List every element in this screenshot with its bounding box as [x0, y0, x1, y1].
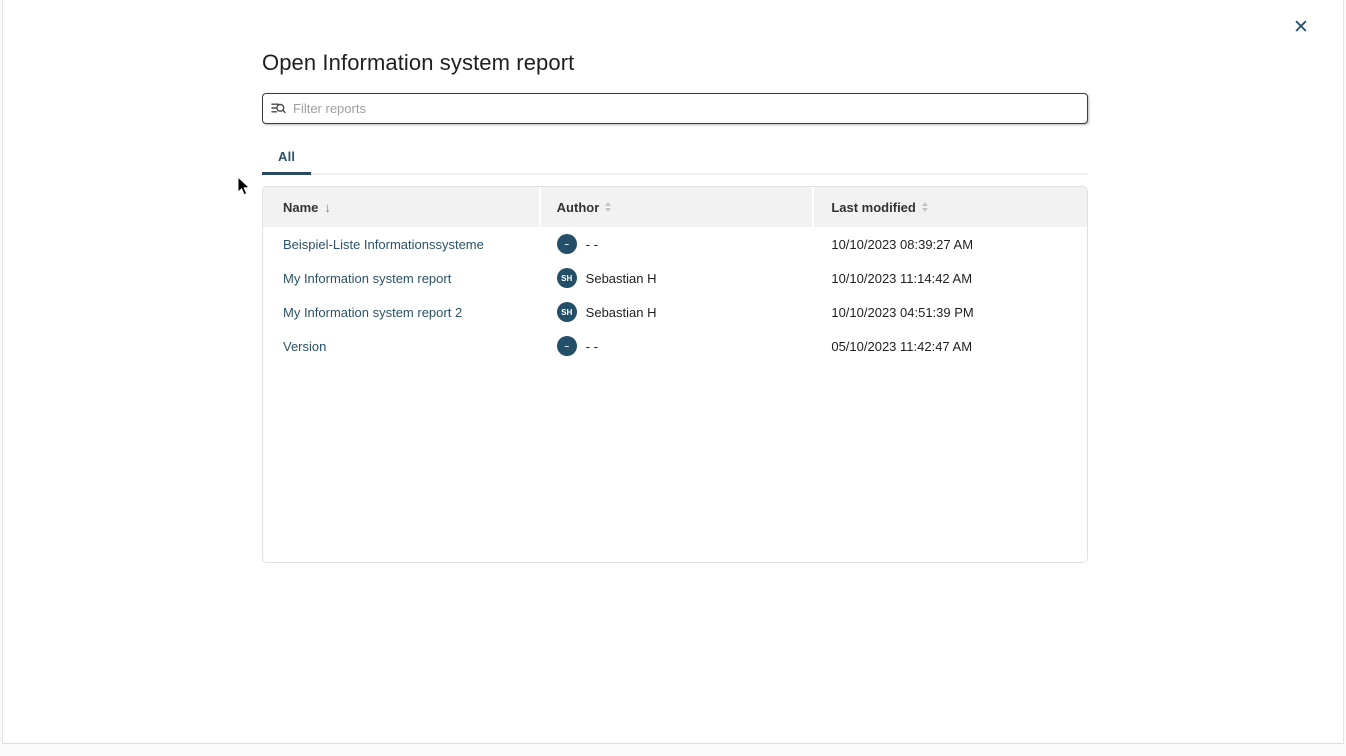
filter-field: [262, 93, 1088, 124]
column-header-author[interactable]: Author: [541, 187, 813, 227]
author-cell: – - -: [541, 329, 813, 363]
author-avatar: –: [557, 234, 577, 254]
report-name-link[interactable]: Beispiel-Liste Informationssysteme: [283, 237, 484, 252]
tab-all-label: All: [278, 149, 295, 164]
author-name: Sebastian H: [586, 271, 657, 286]
last-modified-cell: 10/10/2023 04:51:39 PM: [814, 295, 1087, 329]
author-name: - -: [586, 237, 598, 252]
table-row[interactable]: Version – - - 05/10/2023 11:42:47 AM: [263, 329, 1087, 363]
report-name-link[interactable]: My Information system report: [283, 271, 451, 286]
sort-unsorted-icon: [922, 202, 928, 212]
report-name-cell: My Information system report 2: [263, 295, 539, 329]
tab-bar: All: [262, 141, 1088, 175]
filter-reports-input[interactable]: [262, 93, 1088, 124]
author-cell: SH Sebastian H: [541, 261, 813, 295]
author-cell: – - -: [541, 227, 813, 261]
last-modified-cell: 05/10/2023 11:42:47 AM: [814, 329, 1087, 363]
report-name-link[interactable]: My Information system report 2: [283, 305, 462, 320]
table-body: Beispiel-Liste Informationssysteme – - -…: [263, 227, 1087, 363]
reports-table: Name ↓ Author Last modified: [262, 186, 1088, 563]
author-name: Sebastian H: [586, 305, 657, 320]
table-row[interactable]: My Information system report 2 SH Sebast…: [263, 295, 1087, 329]
last-modified-value: 10/10/2023 04:51:39 PM: [831, 305, 973, 320]
author-avatar: –: [557, 336, 577, 356]
sort-descending-icon: ↓: [324, 200, 331, 215]
open-report-dialog: ✕ Open Information system report All: [2, 0, 1344, 744]
table-header: Name ↓ Author Last modified: [263, 187, 1087, 227]
page-title: Open Information system report: [262, 50, 574, 76]
column-header-name[interactable]: Name ↓: [263, 187, 539, 227]
last-modified-cell: 10/10/2023 11:14:42 AM: [814, 261, 1087, 295]
last-modified-value: 10/10/2023 08:39:27 AM: [831, 237, 973, 252]
close-button[interactable]: ✕: [1287, 14, 1315, 42]
column-header-name-label: Name: [283, 200, 318, 215]
tab-all[interactable]: All: [262, 141, 311, 175]
author-avatar: SH: [557, 268, 577, 288]
page: { "dialog": { "title": "Open Information…: [0, 0, 1346, 756]
last-modified-cell: 10/10/2023 08:39:27 AM: [814, 227, 1087, 261]
sort-unsorted-icon: [605, 202, 611, 212]
author-name: - -: [586, 339, 598, 354]
close-icon: ✕: [1293, 17, 1309, 38]
last-modified-value: 05/10/2023 11:42:47 AM: [831, 339, 972, 354]
author-cell: SH Sebastian H: [541, 295, 813, 329]
column-header-author-label: Author: [557, 200, 600, 215]
table-row[interactable]: My Information system report SH Sebastia…: [263, 261, 1087, 295]
report-name-link[interactable]: Version: [283, 339, 326, 354]
author-avatar: SH: [557, 302, 577, 322]
last-modified-value: 10/10/2023 11:14:42 AM: [831, 271, 972, 286]
column-header-last-modified-label: Last modified: [831, 200, 916, 215]
report-name-cell: My Information system report: [263, 261, 539, 295]
report-name-cell: Version: [263, 329, 539, 363]
table-row[interactable]: Beispiel-Liste Informationssysteme – - -…: [263, 227, 1087, 261]
report-name-cell: Beispiel-Liste Informationssysteme: [263, 227, 539, 261]
column-header-last-modified[interactable]: Last modified: [814, 187, 1087, 227]
